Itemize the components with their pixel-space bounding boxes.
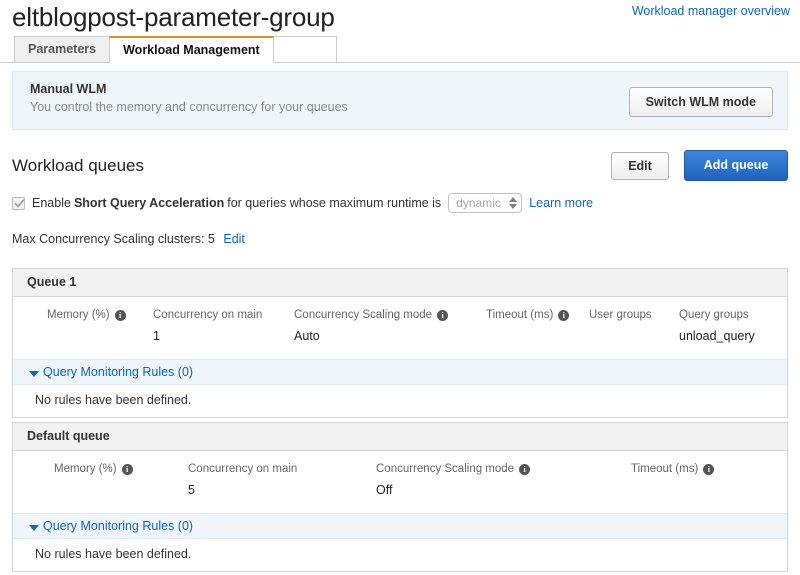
edit-queues-button[interactable]: Edit: [611, 152, 669, 180]
sqa-text-bold: Short Query Acceleration: [73, 196, 225, 210]
wlm-mode-title: Manual WLM: [30, 82, 107, 96]
stepper-icon: [509, 196, 518, 210]
queue-column-header: Timeout (ms) i: [486, 309, 570, 321]
queue-column-header-label: Memory (%): [47, 309, 110, 321]
queue-column: Concurrency Scaling mode i Auto: [294, 309, 449, 343]
max-concurrency-label: Max Concurrency Scaling clusters:: [12, 232, 205, 246]
queue-column-header-label: Memory (%): [54, 463, 117, 475]
queue-column-value: Off: [376, 483, 393, 497]
wlm-page: eltblogpost-parameter-group Workload man…: [0, 0, 800, 575]
wlm-mode-banner: Manual WLM You control the memory and co…: [12, 71, 788, 130]
queue-column-value: [58, 483, 133, 497]
queue-column-value: unload_query: [679, 329, 755, 343]
queue-column: Query groups unload_query: [679, 309, 755, 343]
tab-bar: Parameters Workload Management: [0, 36, 800, 63]
workload-queues-title: Workload queues: [12, 156, 144, 175]
queue-column-header: Concurrency on main: [188, 463, 297, 475]
queue-column-header: Timeout (ms) i: [631, 463, 715, 475]
info-icon[interactable]: i: [519, 463, 531, 475]
query-monitoring-rules-toggle[interactable]: Query Monitoring Rules (0): [13, 359, 787, 385]
info-icon[interactable]: i: [437, 309, 449, 321]
max-concurrency-scaling-row: Max Concurrency Scaling clusters: 5 Edit: [12, 232, 245, 246]
queue-column-header: Memory (%) i: [54, 463, 133, 475]
sqa-checkbox[interactable]: [12, 196, 25, 210]
queue-column-header-label: Query groups: [679, 309, 749, 321]
info-icon[interactable]: i: [121, 463, 133, 475]
queue-column-header: Memory (%) i: [47, 309, 126, 321]
query-monitoring-rules-empty: No rules have been defined.: [13, 385, 787, 417]
queue-columns: Memory (%) i Concurrency on main 1 Concurre…: [13, 297, 787, 359]
sqa-max-runtime-value: dynamic: [456, 196, 501, 210]
sqa-max-runtime-select[interactable]: dynamic: [448, 193, 523, 213]
tab-parameters[interactable]: Parameters: [14, 36, 111, 62]
queue-column-header: Query groups: [679, 309, 755, 321]
add-queue-button[interactable]: Add queue: [684, 150, 788, 181]
caret-down-icon: [29, 525, 39, 531]
queue-column-header: Concurrency Scaling mode i: [294, 309, 449, 321]
queue-column: Concurrency on main 1: [153, 309, 262, 343]
tab-filler: [272, 36, 337, 62]
queue-column-header: User groups: [589, 309, 652, 321]
queue-column-header-label: Concurrency Scaling mode: [376, 463, 515, 475]
queue-column: Concurrency Scaling mode i Off: [376, 463, 531, 497]
info-icon[interactable]: i: [558, 309, 570, 321]
queue-panel-title: Default queue: [13, 423, 787, 451]
queue-panel: Queue 1 Memory (%) i Concurrency on main 1…: [12, 268, 788, 418]
switch-wlm-mode-button[interactable]: Switch WLM mode: [628, 87, 773, 117]
sqa-text-after: for queries whose maximum runtime is: [227, 196, 442, 210]
queue-columns: Memory (%) i Concurrency on main 5 Concurre…: [13, 451, 787, 513]
queue-column-value: 5: [188, 483, 195, 497]
caret-down-icon: [29, 371, 39, 377]
info-icon[interactable]: i: [703, 463, 715, 475]
short-query-acceleration-row: Enable Short Query Acceleration for quer…: [12, 193, 593, 213]
queue-column-header-label: Concurrency on main: [188, 463, 298, 475]
page-title: eltblogpost-parameter-group: [12, 2, 335, 32]
query-monitoring-rules-toggle[interactable]: Query Monitoring Rules (0): [13, 513, 787, 539]
queue-column: User groups: [589, 309, 652, 343]
queue-column-header-label: Concurrency Scaling mode: [294, 309, 433, 321]
queue-column-value: Auto: [294, 329, 320, 343]
queue-column-header-label: Timeout (ms): [631, 463, 699, 475]
queue-column-header: Concurrency on main: [153, 309, 262, 321]
query-monitoring-rules-label: Query Monitoring Rules (0): [43, 365, 194, 379]
queue-column: Memory (%) i: [47, 309, 126, 343]
workload-manager-overview-link[interactable]: Workload manager overview: [632, 4, 790, 18]
queue-column-header-label: Timeout (ms): [486, 309, 554, 321]
queue-column: Timeout (ms) i: [631, 463, 715, 497]
queue-column: Concurrency on main 5: [188, 463, 297, 497]
info-icon[interactable]: i: [114, 309, 126, 321]
queue-panel-title: Queue 1: [13, 269, 787, 297]
queue-column-header: Concurrency Scaling mode i: [376, 463, 531, 475]
queue-column-value: 1: [153, 329, 160, 343]
check-icon: [14, 198, 25, 207]
queue-column-value: [631, 483, 714, 497]
query-monitoring-rules-empty: No rules have been defined.: [13, 539, 787, 571]
sqa-text-before: Enable: [32, 196, 71, 210]
max-concurrency-value: 5: [207, 232, 215, 246]
max-concurrency-edit-link[interactable]: Edit: [223, 232, 245, 246]
queue-column-header-label: Concurrency on main: [153, 309, 263, 321]
sqa-learn-more-link[interactable]: Learn more: [529, 196, 593, 210]
queue-column-header-label: User groups: [589, 309, 652, 321]
tab-workload-management[interactable]: Workload Management: [109, 36, 274, 63]
queue-column-value: [486, 329, 569, 343]
queue-panel: Default queue Memory (%) i Concurrency on…: [12, 422, 788, 572]
queue-column-value: [589, 329, 652, 343]
queue-column: Memory (%) i: [54, 463, 133, 497]
queue-column-value: [51, 329, 126, 343]
queue-column: Timeout (ms) i: [486, 309, 570, 343]
wlm-mode-description: You control the memory and concurrency f…: [30, 100, 348, 114]
query-monitoring-rules-label: Query Monitoring Rules (0): [43, 519, 194, 533]
